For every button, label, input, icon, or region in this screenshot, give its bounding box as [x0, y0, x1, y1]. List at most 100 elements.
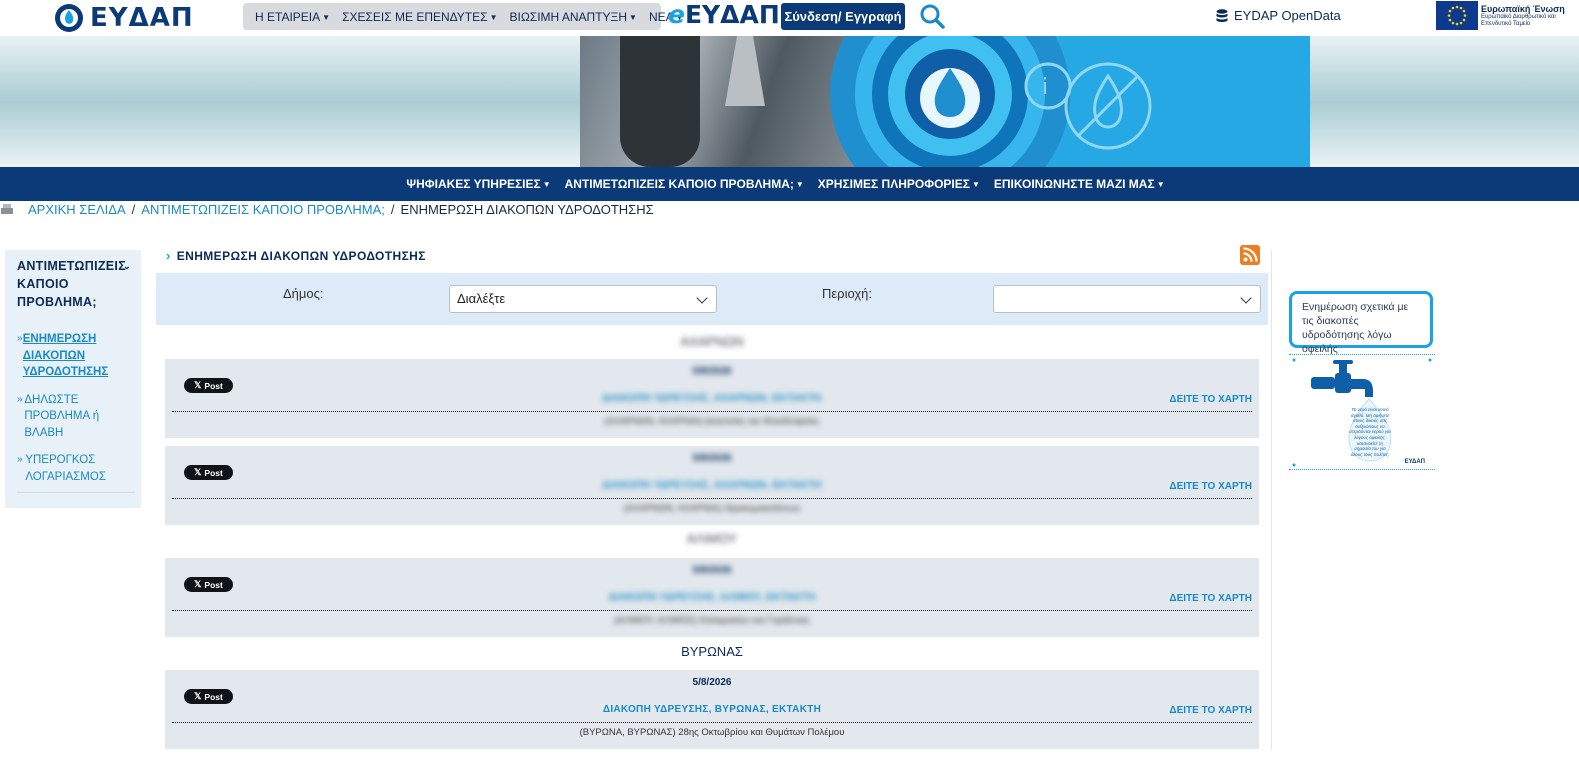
caret-down-icon: ▼: [1156, 180, 1165, 190]
main-nav-item-problem[interactable]: ΑΝΤΙΜΕΤΩΠΙΖΕΙΣ ΚΑΠΟΙΟ ΠΡΟΒΛΗΜΑ; ▼: [559, 177, 810, 191]
eydap-logo[interactable]: ΕΥΔΑΠ: [54, 2, 194, 34]
top-nav-item-sustainability[interactable]: ΒΙΩΣΙΜΗ ΑΝΑΠΤΥΞΗ ▼: [503, 10, 642, 24]
caret-down-icon: ▼: [542, 180, 551, 190]
promo-brand: ΕΥΔΑΠ: [1404, 459, 1425, 465]
top-bar: ΕΥΔΑΠ Η ΕΤΑΙΡΕΙΑ ▼ ΣΧΕΣΕΙΣ ΜΕ ΕΠΕΝΔΥΤΕΣ ▼ …: [0, 0, 1579, 36]
x-post-button[interactable]: 𝕏 Post: [184, 577, 233, 592]
breadcrumb-current: ΕΝΗΜΕΡΩΣΗ ΔΙΑΚΟΠΩΝ ΥΔΡΟΔΟΤΗΣΗΣ: [400, 201, 654, 217]
water-drop-graphic: i: [830, 36, 1152, 167]
view-map-link[interactable]: ΔΕΙΤΕ ΤΟ ΧΑΡΤΗ: [1169, 394, 1252, 405]
sidebar-item-high-bill[interactable]: » ΥΠΕΡΟΓΚΟΣ ΛΟΓΑΡΙΑΣΜΟΣ: [17, 452, 141, 485]
caret-down-icon: ▼: [629, 12, 637, 22]
sidebar-item-report-problem[interactable]: » ΔΗΛΩΣΤΕ ΠΡΟΒΛΗΜΑ ή ΒΛΑΒΗ: [17, 392, 141, 442]
login-register-button[interactable]: Σύνδεση/ Εγγραφή: [781, 3, 905, 30]
chevron-down-icon: [696, 292, 708, 304]
debt-outage-info-link[interactable]: Ενημέρωση σχετικά με τις διακοπές υδροδό…: [1289, 291, 1433, 355]
main-nav-label: ΑΝΤΙΜΕΤΩΠΙΖΕΙΣ ΚΑΠΟΙΟ ΠΡΟΒΛΗΜΑ;: [564, 177, 794, 191]
outage-date: 5/8/2026: [692, 366, 732, 377]
x-post-label: Post: [204, 380, 223, 391]
home-icon[interactable]: [1, 204, 15, 214]
group-heading: ΑΛΙΜΟΥ: [686, 531, 738, 546]
breadcrumb-parent-link[interactable]: ΑΝΤΙΜΕΤΩΠΙΖΕΙΣ ΚΑΠΟΙΟ ΠΡΟΒΛΗΜΑ;: [141, 202, 385, 217]
x-post-button[interactable]: 𝕏 Post: [184, 689, 233, 704]
eu-title: Ευρωπαϊκή Ένωση: [1481, 3, 1565, 14]
banner-image: i: [580, 36, 1310, 167]
opendata-link[interactable]: EYDAP OpenData: [1216, 8, 1341, 23]
breadcrumb: ΑΡΧΙΚΗ ΣΕΛΙΔΑ / ΑΝΤΙΜΕΤΩΠΙΖΕΙΣ ΚΑΠΟΙΟ ΠΡ…: [0, 201, 654, 217]
x-post-button[interactable]: 𝕏 Post: [184, 378, 233, 393]
outage-card: 5/8/2026 𝕏 Post ΔΙΑΚΟΠΗ ΥΔΡΕΥΣΗΣ, ΒΥΡΩΝΑΣ…: [165, 670, 1259, 749]
sidebar-item-label: ΔΗΛΩΣΤΕ ΠΡΟΒΛΗΜΑ ή ΒΛΑΒΗ: [24, 393, 100, 439]
area-label: Περιοχή:: [822, 286, 873, 301]
search-icon[interactable]: [919, 3, 945, 29]
eu-badge: Ευρωπαϊκή Ένωση Ευρωπαϊκό Διαρθρωτικό κα…: [1436, 1, 1579, 30]
sidebar-divider: [17, 492, 135, 493]
sidebar-list: » ΕΝΗΜΕΡΩΣΗ ΔΙΑΚΟΠΩΝ ΥΔΡΟΔΟΤΗΣΗΣ » ΔΗΛΩΣ…: [17, 331, 141, 493]
main-nav-label: ΕΠΙΚΟΙΝΩΝΗΣΤΕ ΜΑΖΙ ΜΑΣ: [993, 177, 1155, 191]
x-post-label: Post: [204, 691, 223, 702]
sidebar-title-label: ΑΝΤΙΜΕΤΩΠΙΖΕΙΣ ΚΑΠΟΙΟ ΠΡΟΒΛΗΜΑ;: [17, 259, 126, 309]
sidebar-item-label: ΥΠΕΡΟΓΚΟΣ ΛΟΓΑΡΙΑΣΜΟΣ: [25, 454, 106, 483]
double-chevron-icon: »: [17, 454, 23, 465]
x-post-label: Post: [204, 579, 223, 590]
breadcrumb-separator: /: [131, 201, 136, 217]
eydap-logo-icon: [55, 4, 83, 32]
double-chevron-icon: »: [17, 393, 23, 405]
column-divider: [1271, 250, 1272, 750]
main-nav-item-useful-info[interactable]: ΧΡΗΣΙΜΕΣ ΠΛΗΡΟΦΟΡΙΕΣ ▼: [812, 177, 986, 191]
x-logo-icon: 𝕏: [194, 380, 202, 390]
breadcrumb-home-link[interactable]: ΑΡΧΙΚΗ ΣΕΛΙΔΑ: [28, 202, 126, 217]
drop-text: Το νερό είναι κοινό αγαθό. Μη αφήνετε στ…: [1349, 407, 1391, 457]
outage-card: 5/8/2026 𝕏 Post ΔΙΑΚΟΠΗ ΥΔΡΕΥΣΗΣ, ΑΧΑΡΝΩΝ…: [165, 359, 1259, 438]
outage-card: 5/8/2026 𝕏 Post ΔΙΑΚΟΠΗ ΥΔΡΕΥΣΗΣ, ΑΧΑΡΝΩΝ…: [165, 446, 1259, 525]
breadcrumb-separator: /: [390, 201, 395, 217]
traffic-cone: [725, 36, 765, 106]
top-nav-label: ΒΙΩΣΙΜΗ ΑΝΑΠΤΥΞΗ: [509, 9, 628, 24]
tap-water-poster[interactable]: Το νερό είναι κοινό αγαθό. Μη αφήνετε στ…: [1289, 354, 1435, 470]
chevron-down-icon: [1240, 292, 1252, 304]
top-nav-item-investors[interactable]: ΣΧΕΣΕΙΣ ΜΕ ΕΠΕΝΔΥΤΕΣ ▼: [336, 10, 503, 24]
outage-date: 5/8/2026: [692, 677, 732, 688]
chevron-right-icon: ›: [166, 248, 171, 263]
eu-text: Ευρωπαϊκή Ένωση Ευρωπαϊκό Διαρθρωτικό κα…: [1481, 4, 1579, 28]
main-nav-item-digital-services[interactable]: ΨΗΦΙΑΚΕΣ ΥΠΗΡΕΣΙΕΣ ▼: [400, 177, 556, 191]
rss-icon[interactable]: [1240, 245, 1260, 265]
sidebar-item-outage-updates[interactable]: » ΕΝΗΜΕΡΩΣΗ ΔΙΑΚΟΠΩΝ ΥΔΡΟΔΟΤΗΣΗΣ: [17, 331, 141, 381]
dotted-divider: [172, 722, 1252, 723]
x-logo-icon: 𝕏: [194, 579, 202, 589]
view-map-link[interactable]: ΔΕΙΤΕ ΤΟ ΧΑΡΤΗ: [1169, 705, 1252, 716]
main-nav-label: ΧΡΗΣΙΜΕΣ ΠΛΗΡΟΦΟΡΙΕΣ: [817, 177, 970, 191]
view-map-link[interactable]: ΔΕΙΤΕ ΤΟ ΧΑΡΤΗ: [1169, 481, 1252, 492]
sidebar-title[interactable]: ΑΝΤΙΜΕΤΩΠΙΖΕΙΣ ΚΑΠΟΙΟ ΠΡΟΒΛΗΜΑ; ⌄: [17, 257, 135, 311]
top-nav-label: Η ΕΤΑΙΡΕΙΑ: [255, 9, 321, 24]
outage-title: ΔΙΑΚΟΠΗ ΥΔΡΕΥΣΗΣ, ΑΛΙΜΟΥ, ΕΚΤΑΚΤΗ: [608, 592, 816, 603]
x-logo-icon: 𝕏: [194, 467, 202, 477]
outage-date: 5/8/2026: [692, 453, 732, 464]
municipality-select[interactable]: Διαλέξτε: [449, 285, 717, 313]
x-post-button[interactable]: 𝕏 Post: [184, 465, 233, 480]
group-heading: ΒΥΡΩΝΑΣ: [681, 644, 743, 659]
outage-description: (ΑΛΙΜΟΥ, ΑΛΙΜΟΣ) Καλαμακίου και Γαρδένια…: [614, 615, 810, 626]
e-eydap-link[interactable]: eΕΥΔΑΠ: [668, 0, 780, 29]
caret-down-icon: ▼: [795, 180, 804, 190]
e-eydap-brand: ΕΥΔΑΠ: [684, 0, 780, 29]
outage-date: 5/8/2026: [692, 565, 732, 576]
main-nav-item-contact[interactable]: ΕΠΙΚΟΙΝΩΝΗΣΤΕ ΜΑΖΙ ΜΑΣ ▼: [988, 177, 1171, 191]
dotted-divider: [172, 498, 1252, 499]
caret-down-icon: ▼: [322, 12, 331, 22]
outage-card: 5/8/2026 𝕏 Post ΔΙΑΚΟΠΗ ΥΔΡΕΥΣΗΣ, ΑΛΙΜΟΥ,…: [165, 558, 1259, 637]
page-title: › ΕΝΗΜΕΡΩΣΗ ΔΙΑΚΟΠΩΝ ΥΔΡΟΔΟΤΗΣΗΣ: [166, 248, 426, 263]
municipality-label: Δήμος:: [283, 286, 324, 301]
outage-description: (ΑΧΑΡΝΩΝ, ΑΧΑΡΝΑΙ) Δεκελείας και Φιλαδελ…: [604, 416, 820, 427]
group-heading: ΑΧΑΡΝΩΝ: [680, 334, 744, 349]
caret-down-icon: ▼: [971, 180, 980, 190]
top-nav-item-company[interactable]: Η ΕΤΑΙΡΕΙΑ ▼: [249, 10, 336, 24]
area-select[interactable]: [993, 285, 1261, 313]
outage-title: ΔΙΑΚΟΠΗ ΥΔΡΕΥΣΗΣ, ΑΧΑΡΝΩΝ, ΕΚΤΑΚΤΗ: [602, 480, 822, 491]
opendata-label: EYDAP OpenData: [1234, 8, 1341, 23]
page-title-label: ΕΝΗΜΕΡΩΣΗ ΔΙΑΚΟΠΩΝ ΥΔΡΟΔΟΤΗΣΗΣ: [176, 248, 426, 263]
top-nav-label: ΣΧΕΣΕΙΣ ΜΕ ΕΠΕΝΔΥΤΕΣ: [342, 9, 488, 24]
view-map-link[interactable]: ΔΕΙΤΕ ΤΟ ΧΑΡΤΗ: [1169, 593, 1252, 604]
chevron-down-icon: ⌄: [123, 261, 131, 271]
database-icon: [1216, 8, 1228, 22]
